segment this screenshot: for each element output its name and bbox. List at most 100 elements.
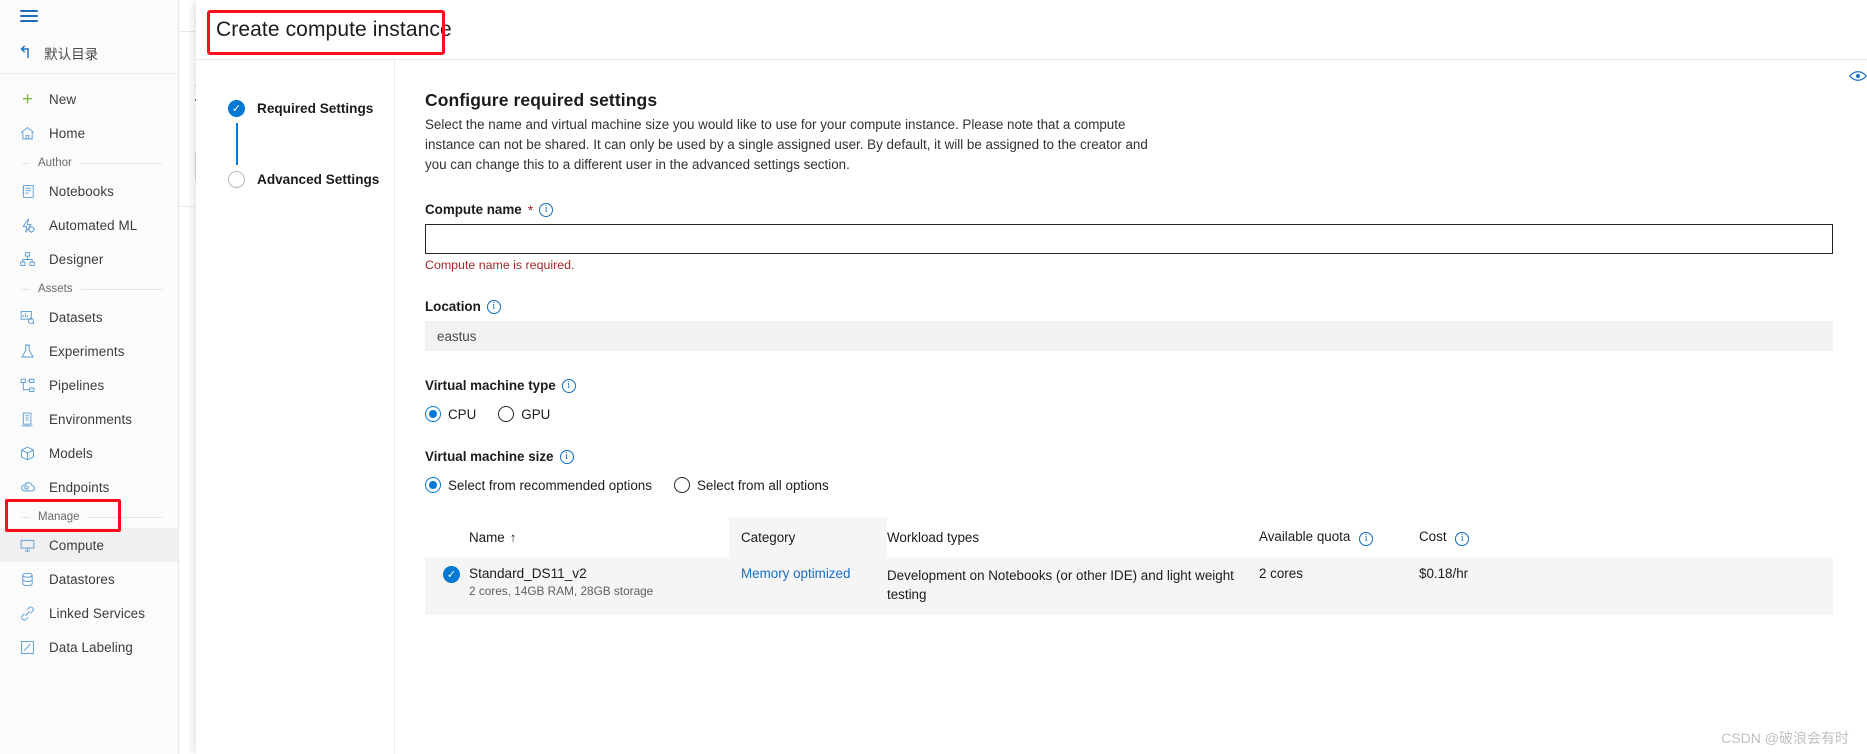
sidebar-item-label: Experiments xyxy=(49,344,125,359)
sidebar-item-label: Endpoints xyxy=(49,480,109,495)
form-description: Select the name and virtual machine size… xyxy=(425,115,1170,175)
category-link[interactable]: Memory optimized xyxy=(741,566,850,581)
sidebar-item-data-labeling[interactable]: Data Labeling xyxy=(0,630,178,664)
location-label: Location xyxy=(425,299,481,314)
show-password-eye-icon[interactable] xyxy=(1849,69,1867,87)
check-circle-icon: ✓ xyxy=(443,566,460,583)
vm-specs: 2 cores, 14GB RAM, 28GB storage xyxy=(469,584,721,598)
table-header-available-quota[interactable]: Available quota i xyxy=(1259,517,1419,557)
compute-name-input[interactable] xyxy=(425,224,1833,254)
sidebar-item-linked-services[interactable]: Linked Services xyxy=(0,596,178,630)
location-value: eastus xyxy=(425,321,1833,351)
info-icon[interactable]: i xyxy=(560,450,574,464)
compute-name-error: Compute name is required. xyxy=(425,258,1833,272)
vm-type-radio-group: CPU GPU xyxy=(425,406,1833,422)
radio-label: CPU xyxy=(448,407,476,422)
directory-label: 默认目录 xyxy=(44,43,98,63)
info-icon[interactable]: i xyxy=(1455,532,1469,546)
radio-label: Select from recommended options xyxy=(448,478,652,493)
sidebar-item-home[interactable]: Home xyxy=(0,116,178,150)
sidebar-item-label: Home xyxy=(49,126,85,141)
compute-monitor-icon xyxy=(18,536,37,555)
radio-indicator xyxy=(674,477,690,493)
sidebar-item-experiments[interactable]: Experiments xyxy=(0,334,178,368)
row-name-cell: Standard_DS11_v2 2 cores, 14GB RAM, 28GB… xyxy=(469,557,729,615)
info-icon[interactable]: i xyxy=(487,300,501,314)
sidebar-item-endpoints[interactable]: Endpoints xyxy=(0,470,178,504)
sidebar-item-label: Linked Services xyxy=(49,606,145,621)
radio-option-gpu[interactable]: GPU xyxy=(498,406,550,422)
required-settings-form: Configure required settings Select the n… xyxy=(395,60,1867,754)
radio-option-cpu[interactable]: CPU xyxy=(425,406,476,422)
sidebar-group-label: Manage xyxy=(38,511,80,523)
watermark: CSDN @破浪会有时 xyxy=(1721,728,1849,748)
step-connector xyxy=(236,123,238,165)
radio-option-all[interactable]: Select from all options xyxy=(674,477,829,493)
required-marker: * xyxy=(528,203,533,217)
radio-label: Select from all options xyxy=(697,478,829,493)
step-required-settings[interactable]: ✓ Required Settings xyxy=(228,100,394,117)
sidebar-group-label: Assets xyxy=(38,283,73,295)
table-header-label: Workload types xyxy=(887,530,979,545)
sidebar-item-datasets[interactable]: Datasets xyxy=(0,300,178,334)
table-row[interactable]: ✓ Standard_DS11_v2 2 cores, 14GB RAM, 28… xyxy=(425,557,1833,615)
link-icon xyxy=(18,604,37,623)
table-header-category[interactable]: Category xyxy=(729,517,887,557)
sidebar-item-notebooks[interactable]: Notebooks xyxy=(0,174,178,208)
data-labeling-icon xyxy=(18,638,37,657)
table-header-cost[interactable]: Cost i xyxy=(1419,517,1599,557)
table-header-workload-types[interactable]: Workload types xyxy=(887,517,1259,557)
sidebar-item-label: Automated ML xyxy=(49,218,137,233)
radio-option-recommended[interactable]: Select from recommended options xyxy=(425,477,652,493)
plus-icon: + xyxy=(18,90,37,109)
vm-size-label-row: Virtual machine size i xyxy=(425,449,1833,464)
info-icon[interactable]: i xyxy=(539,203,553,217)
sidebar-nav-list: + New Home Author xyxy=(0,74,178,664)
table-header-label: Cost xyxy=(1419,529,1447,544)
page-title: Create compute instance xyxy=(216,18,452,42)
step-label: Required Settings xyxy=(257,101,373,116)
sidebar-item-new[interactable]: + New xyxy=(0,82,178,116)
home-icon xyxy=(18,124,37,143)
step-label: Advanced Settings xyxy=(257,172,379,187)
hamburger-menu-icon[interactable] xyxy=(20,7,38,25)
step-advanced-settings[interactable]: Advanced Settings xyxy=(228,171,394,188)
sidebar-item-pipelines[interactable]: Pipelines xyxy=(0,368,178,402)
row-category-cell: Memory optimized xyxy=(729,557,887,615)
flask-icon xyxy=(18,342,37,361)
endpoints-icon xyxy=(18,478,37,497)
notebook-icon xyxy=(18,182,37,201)
sidebar-item-models[interactable]: Models xyxy=(0,436,178,470)
directory-row[interactable]: ↰ 默认目录 xyxy=(0,32,178,74)
table-header-label: Category xyxy=(741,530,795,545)
sidebar-header xyxy=(0,0,178,32)
vm-size-table: Name↑ Category Workload types Available … xyxy=(425,517,1833,615)
table-header-spacer xyxy=(1599,517,1833,557)
sidebar-item-compute[interactable]: Compute xyxy=(0,528,178,562)
row-select-cell[interactable]: ✓ xyxy=(425,557,469,615)
sidebar-group-label: Author xyxy=(38,157,72,169)
sidebar-item-label: Compute xyxy=(49,538,104,553)
info-icon[interactable]: i xyxy=(562,379,576,393)
sidebar-group-assets: Assets xyxy=(0,276,178,300)
designer-icon xyxy=(18,250,37,269)
radio-indicator xyxy=(425,406,441,422)
sidebar-item-environments[interactable]: Environments xyxy=(0,402,178,436)
vm-size-label: Virtual machine size xyxy=(425,449,554,464)
table-header-label: Available quota xyxy=(1259,529,1350,544)
sidebar-item-designer[interactable]: Designer xyxy=(0,242,178,276)
table-header-name[interactable]: Name↑ xyxy=(469,517,729,557)
info-icon[interactable]: i xyxy=(1359,532,1373,546)
datasets-icon xyxy=(18,308,37,327)
wizard-steps: ✓ Required Settings Advanced Settings xyxy=(196,60,395,754)
location-label-row: Location i xyxy=(425,299,1833,314)
sidebar-item-label: Notebooks xyxy=(49,184,114,199)
table-header-select xyxy=(425,517,469,557)
sidebar-item-datastores[interactable]: Datastores xyxy=(0,562,178,596)
table-header-row: Name↑ Category Workload types Available … xyxy=(425,517,1833,557)
sidebar-item-automated-ml[interactable]: Automated ML xyxy=(0,208,178,242)
back-arrow-icon[interactable]: ↰ xyxy=(18,44,32,61)
compute-name-label-row: Compute name * i xyxy=(425,202,1833,217)
vm-name: Standard_DS11_v2 xyxy=(469,566,721,581)
empty-circle-icon xyxy=(228,171,245,188)
